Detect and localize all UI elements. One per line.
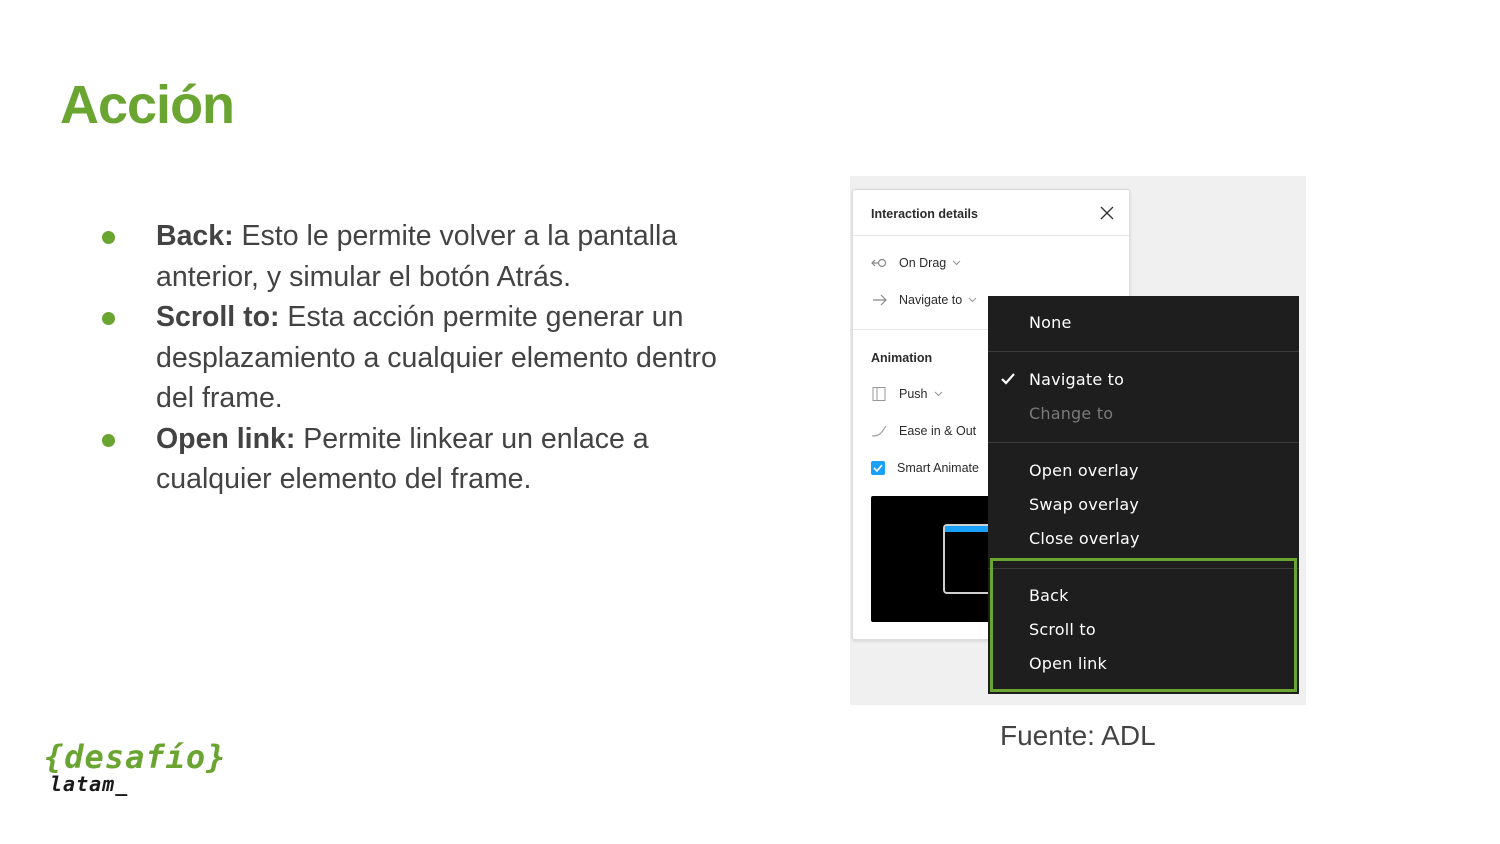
slide-title: Acción bbox=[60, 75, 235, 135]
transition-label: Push bbox=[899, 387, 928, 401]
animation-section-label: Animation bbox=[871, 351, 933, 365]
chevron-down-icon bbox=[934, 391, 942, 397]
check-icon bbox=[1001, 373, 1015, 385]
smart-animate-toggle[interactable]: Smart Animate bbox=[871, 461, 979, 475]
action-dropdown-menu: None Navigate to Change to Open overlay … bbox=[988, 296, 1299, 694]
figma-screenshot: Interaction details On Drag Navigate to … bbox=[850, 176, 1306, 705]
menu-item-swap-overlay[interactable]: Swap overlay bbox=[1029, 495, 1139, 514]
menu-separator bbox=[988, 442, 1299, 443]
trigger-label: On Drag bbox=[899, 256, 947, 270]
check-icon bbox=[873, 464, 883, 472]
easing-select[interactable]: Ease in & Out bbox=[871, 424, 976, 438]
panel-title: Interaction details bbox=[871, 207, 978, 221]
logo-top-text: {desafío} bbox=[44, 738, 227, 776]
menu-separator bbox=[988, 351, 1299, 352]
image-caption: Fuente: ADL bbox=[1000, 720, 1156, 751]
menu-item-navigate-to[interactable]: Navigate to bbox=[1029, 370, 1124, 389]
action-label: Navigate to bbox=[899, 293, 963, 307]
menu-item-close-overlay[interactable]: Close overlay bbox=[1029, 529, 1140, 548]
close-icon[interactable] bbox=[1099, 205, 1115, 221]
highlight-box bbox=[990, 558, 1297, 692]
transition-select[interactable]: Push bbox=[871, 387, 943, 401]
bullet-dot bbox=[102, 231, 115, 244]
menu-item-none[interactable]: None bbox=[1029, 313, 1072, 332]
bullet-dot bbox=[102, 312, 115, 325]
easing-label: Ease in & Out bbox=[899, 424, 977, 438]
bullet-scroll-to: Scroll to: Esta acción permite generar u… bbox=[100, 297, 720, 419]
bullet-text: Esto le permite volver a la pantalla ant… bbox=[156, 220, 678, 293]
bullet-open-link: Open link: Permite linkear un enlace a c… bbox=[100, 419, 720, 500]
chevron-down-icon bbox=[952, 260, 961, 266]
smart-animate-label: Smart Animate bbox=[897, 461, 979, 475]
drag-icon bbox=[871, 258, 887, 268]
arrow-right-icon bbox=[873, 294, 887, 306]
menu-item-change-to: Change to bbox=[1029, 404, 1114, 423]
bullet-dot bbox=[102, 433, 115, 447]
action-select[interactable]: Navigate to bbox=[871, 293, 977, 307]
smart-animate-checkbox[interactable] bbox=[871, 461, 885, 475]
menu-item-open-overlay[interactable]: Open overlay bbox=[1029, 461, 1139, 480]
bullet-term: Scroll to: bbox=[156, 301, 280, 333]
bullet-term: Open link: bbox=[156, 422, 296, 455]
logo-bottom-text: latam_ bbox=[50, 772, 129, 796]
chevron-down-icon bbox=[968, 297, 977, 303]
bullet-term: Back: bbox=[156, 220, 234, 252]
panel-header: Interaction details bbox=[853, 190, 1129, 236]
bullet-back: Back: Esto le permite volver a la pantal… bbox=[100, 216, 720, 297]
ease-curve-icon bbox=[871, 425, 887, 437]
animation-preview bbox=[871, 496, 1003, 622]
bullet-list: Back: Esto le permite volver a la pantal… bbox=[100, 216, 720, 500]
push-icon bbox=[872, 387, 886, 401]
trigger-select[interactable]: On Drag bbox=[871, 256, 961, 270]
desafio-latam-logo: {desafío} latam_ bbox=[44, 738, 225, 798]
